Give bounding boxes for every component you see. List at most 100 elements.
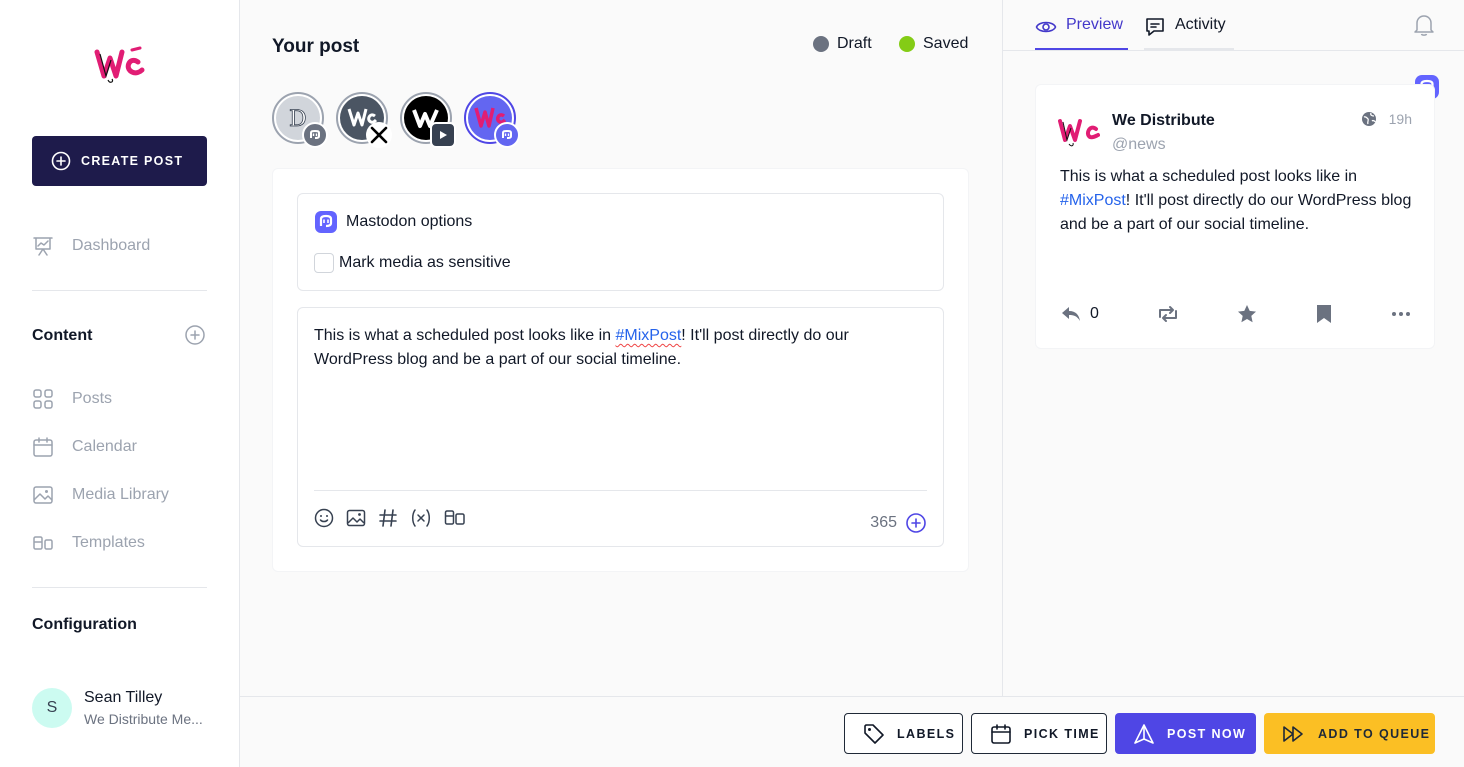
sidebar-item-templates[interactable]: Templates bbox=[32, 531, 145, 555]
add-version-icon[interactable] bbox=[905, 512, 927, 534]
post-now-button-label: POST NOW bbox=[1167, 726, 1247, 741]
account-w-youtube[interactable] bbox=[400, 92, 456, 148]
profile-name: We Distribute bbox=[1112, 112, 1215, 129]
plus-circle-icon bbox=[185, 325, 205, 345]
post-meta: 19h bbox=[1361, 111, 1412, 127]
chat-bubble-icon bbox=[1146, 18, 1164, 36]
divider bbox=[314, 490, 927, 491]
bell-icon bbox=[1414, 15, 1434, 36]
presentation-chart-icon bbox=[33, 237, 53, 256]
image-icon bbox=[346, 509, 366, 527]
status-draft-label: Draft bbox=[837, 35, 872, 52]
we-distribute-logo[interactable] bbox=[94, 46, 146, 88]
account-selector: D bbox=[272, 92, 528, 148]
plus-circle-icon bbox=[51, 151, 71, 171]
panel-tabs: Preview Activity bbox=[1003, 0, 1464, 51]
configuration-section-title[interactable]: Configuration bbox=[32, 616, 137, 634]
labels-button[interactable]: LABELS bbox=[844, 713, 963, 754]
ellipsis-icon bbox=[1391, 312, 1410, 316]
template-button[interactable] bbox=[444, 508, 466, 528]
account-we-mastodon-selected[interactable] bbox=[464, 92, 520, 148]
create-post-button[interactable]: CREATE POST bbox=[32, 136, 207, 186]
content-section-title: Content bbox=[32, 327, 93, 344]
mastodon-icon bbox=[494, 122, 520, 148]
tag-icon bbox=[864, 723, 884, 744]
post-editor-box: This is what a scheduled post looks like… bbox=[297, 307, 944, 547]
add-to-queue-button[interactable]: ADD TO QUEUE bbox=[1264, 713, 1435, 754]
pick-time-button-label: PICK TIME bbox=[1024, 726, 1100, 741]
bookmark-button[interactable] bbox=[1315, 303, 1333, 325]
divider bbox=[32, 290, 207, 291]
post-card: Mastodon options Mark media as sensitive… bbox=[272, 168, 969, 572]
preview-body: This is what a scheduled post looks like… bbox=[1060, 165, 1416, 237]
sensitive-media-checkbox[interactable] bbox=[314, 253, 334, 273]
sidebar-item-dashboard[interactable]: Dashboard bbox=[32, 234, 150, 258]
tab-preview[interactable]: Preview bbox=[1035, 16, 1128, 50]
post-preview-card: We Distribute @news 19h This is what a s… bbox=[1035, 84, 1435, 349]
editor-toolbar bbox=[314, 508, 478, 528]
status-saved: Saved bbox=[899, 35, 968, 53]
mastodon-options-title: Mastodon options bbox=[346, 213, 473, 230]
variable-button[interactable] bbox=[410, 508, 432, 528]
profile-avatar bbox=[1058, 116, 1100, 150]
mastodon-icon bbox=[315, 211, 337, 233]
account-d-mastodon[interactable]: D bbox=[272, 92, 328, 148]
star-icon bbox=[1238, 305, 1257, 323]
sidebar-item-label: Calendar bbox=[72, 438, 137, 455]
post-body-textarea[interactable]: This is what a scheduled post looks like… bbox=[314, 324, 914, 372]
reply-button[interactable]: 0 bbox=[1060, 304, 1099, 324]
labels-button-label: LABELS bbox=[897, 726, 956, 741]
x-icon bbox=[366, 122, 392, 148]
status-dot bbox=[813, 36, 829, 52]
sidebar-item-media-library[interactable]: Media Library bbox=[32, 483, 169, 507]
post-now-button[interactable]: POST NOW bbox=[1115, 713, 1256, 754]
sidebar-item-label: Posts bbox=[72, 390, 113, 407]
favourite-button[interactable] bbox=[1236, 303, 1258, 325]
sidebar: CREATE POST Dashboard Content Posts Cale… bbox=[0, 0, 240, 767]
tab-activity-label: Activity bbox=[1175, 16, 1226, 33]
pick-time-button[interactable]: PICK TIME bbox=[971, 713, 1107, 754]
eye-icon bbox=[1035, 21, 1057, 33]
hashtag-button[interactable] bbox=[378, 508, 398, 528]
calendar-icon bbox=[33, 437, 53, 457]
tab-activity[interactable]: Activity bbox=[1144, 16, 1234, 50]
character-count: 365 bbox=[870, 514, 897, 531]
hashtag-link[interactable]: #MixPost bbox=[615, 327, 681, 344]
avatar: S bbox=[32, 688, 72, 728]
status-draft: Draft bbox=[813, 35, 872, 53]
paper-plane-icon bbox=[1134, 723, 1154, 744]
sidebar-item-posts[interactable]: Posts bbox=[32, 387, 112, 411]
user-name: Sean Tilley bbox=[84, 689, 163, 706]
create-post-label: CREATE POST bbox=[81, 154, 184, 168]
post-body-text: This is what a scheduled post looks like… bbox=[314, 327, 616, 344]
emoji-button[interactable] bbox=[314, 508, 334, 528]
add-to-queue-button-label: ADD TO QUEUE bbox=[1318, 726, 1431, 741]
bookmark-icon bbox=[1317, 305, 1332, 323]
post-editor: Your post Draft Saved D Mastodon options… bbox=[240, 0, 1002, 696]
post-time: 19h bbox=[1388, 111, 1412, 127]
calendar-icon bbox=[991, 723, 1011, 744]
hashtag-link[interactable]: #MixPost bbox=[1060, 192, 1126, 209]
sensitive-media-option[interactable]: Mark media as sensitive bbox=[314, 253, 511, 273]
sidebar-item-calendar[interactable]: Calendar bbox=[32, 435, 137, 459]
boost-button[interactable] bbox=[1156, 304, 1180, 324]
character-counter: 365 bbox=[870, 512, 927, 534]
mastodon-options-panel: Mastodon options Mark media as sensitive bbox=[297, 193, 944, 291]
sidebar-item-label: Templates bbox=[72, 534, 145, 551]
reply-count: 0 bbox=[1090, 305, 1099, 322]
user-menu[interactable]: S Sean Tilley We Distribute Me... bbox=[32, 688, 210, 728]
account-we-x[interactable] bbox=[336, 92, 392, 148]
add-content-button[interactable] bbox=[184, 324, 206, 346]
notifications-button[interactable] bbox=[1413, 13, 1435, 37]
divider bbox=[32, 587, 207, 588]
youtube-icon bbox=[430, 122, 456, 148]
fast-forward-icon bbox=[1283, 725, 1303, 742]
profile-handle: @news bbox=[1112, 136, 1166, 153]
media-button[interactable] bbox=[346, 508, 366, 528]
boost-icon bbox=[1158, 306, 1177, 322]
user-organization: We Distribute Me... bbox=[84, 711, 203, 727]
reply-icon bbox=[1062, 307, 1080, 321]
status-saved-label: Saved bbox=[923, 35, 969, 52]
more-options-button[interactable] bbox=[1390, 303, 1412, 325]
grid-icon bbox=[33, 389, 53, 409]
